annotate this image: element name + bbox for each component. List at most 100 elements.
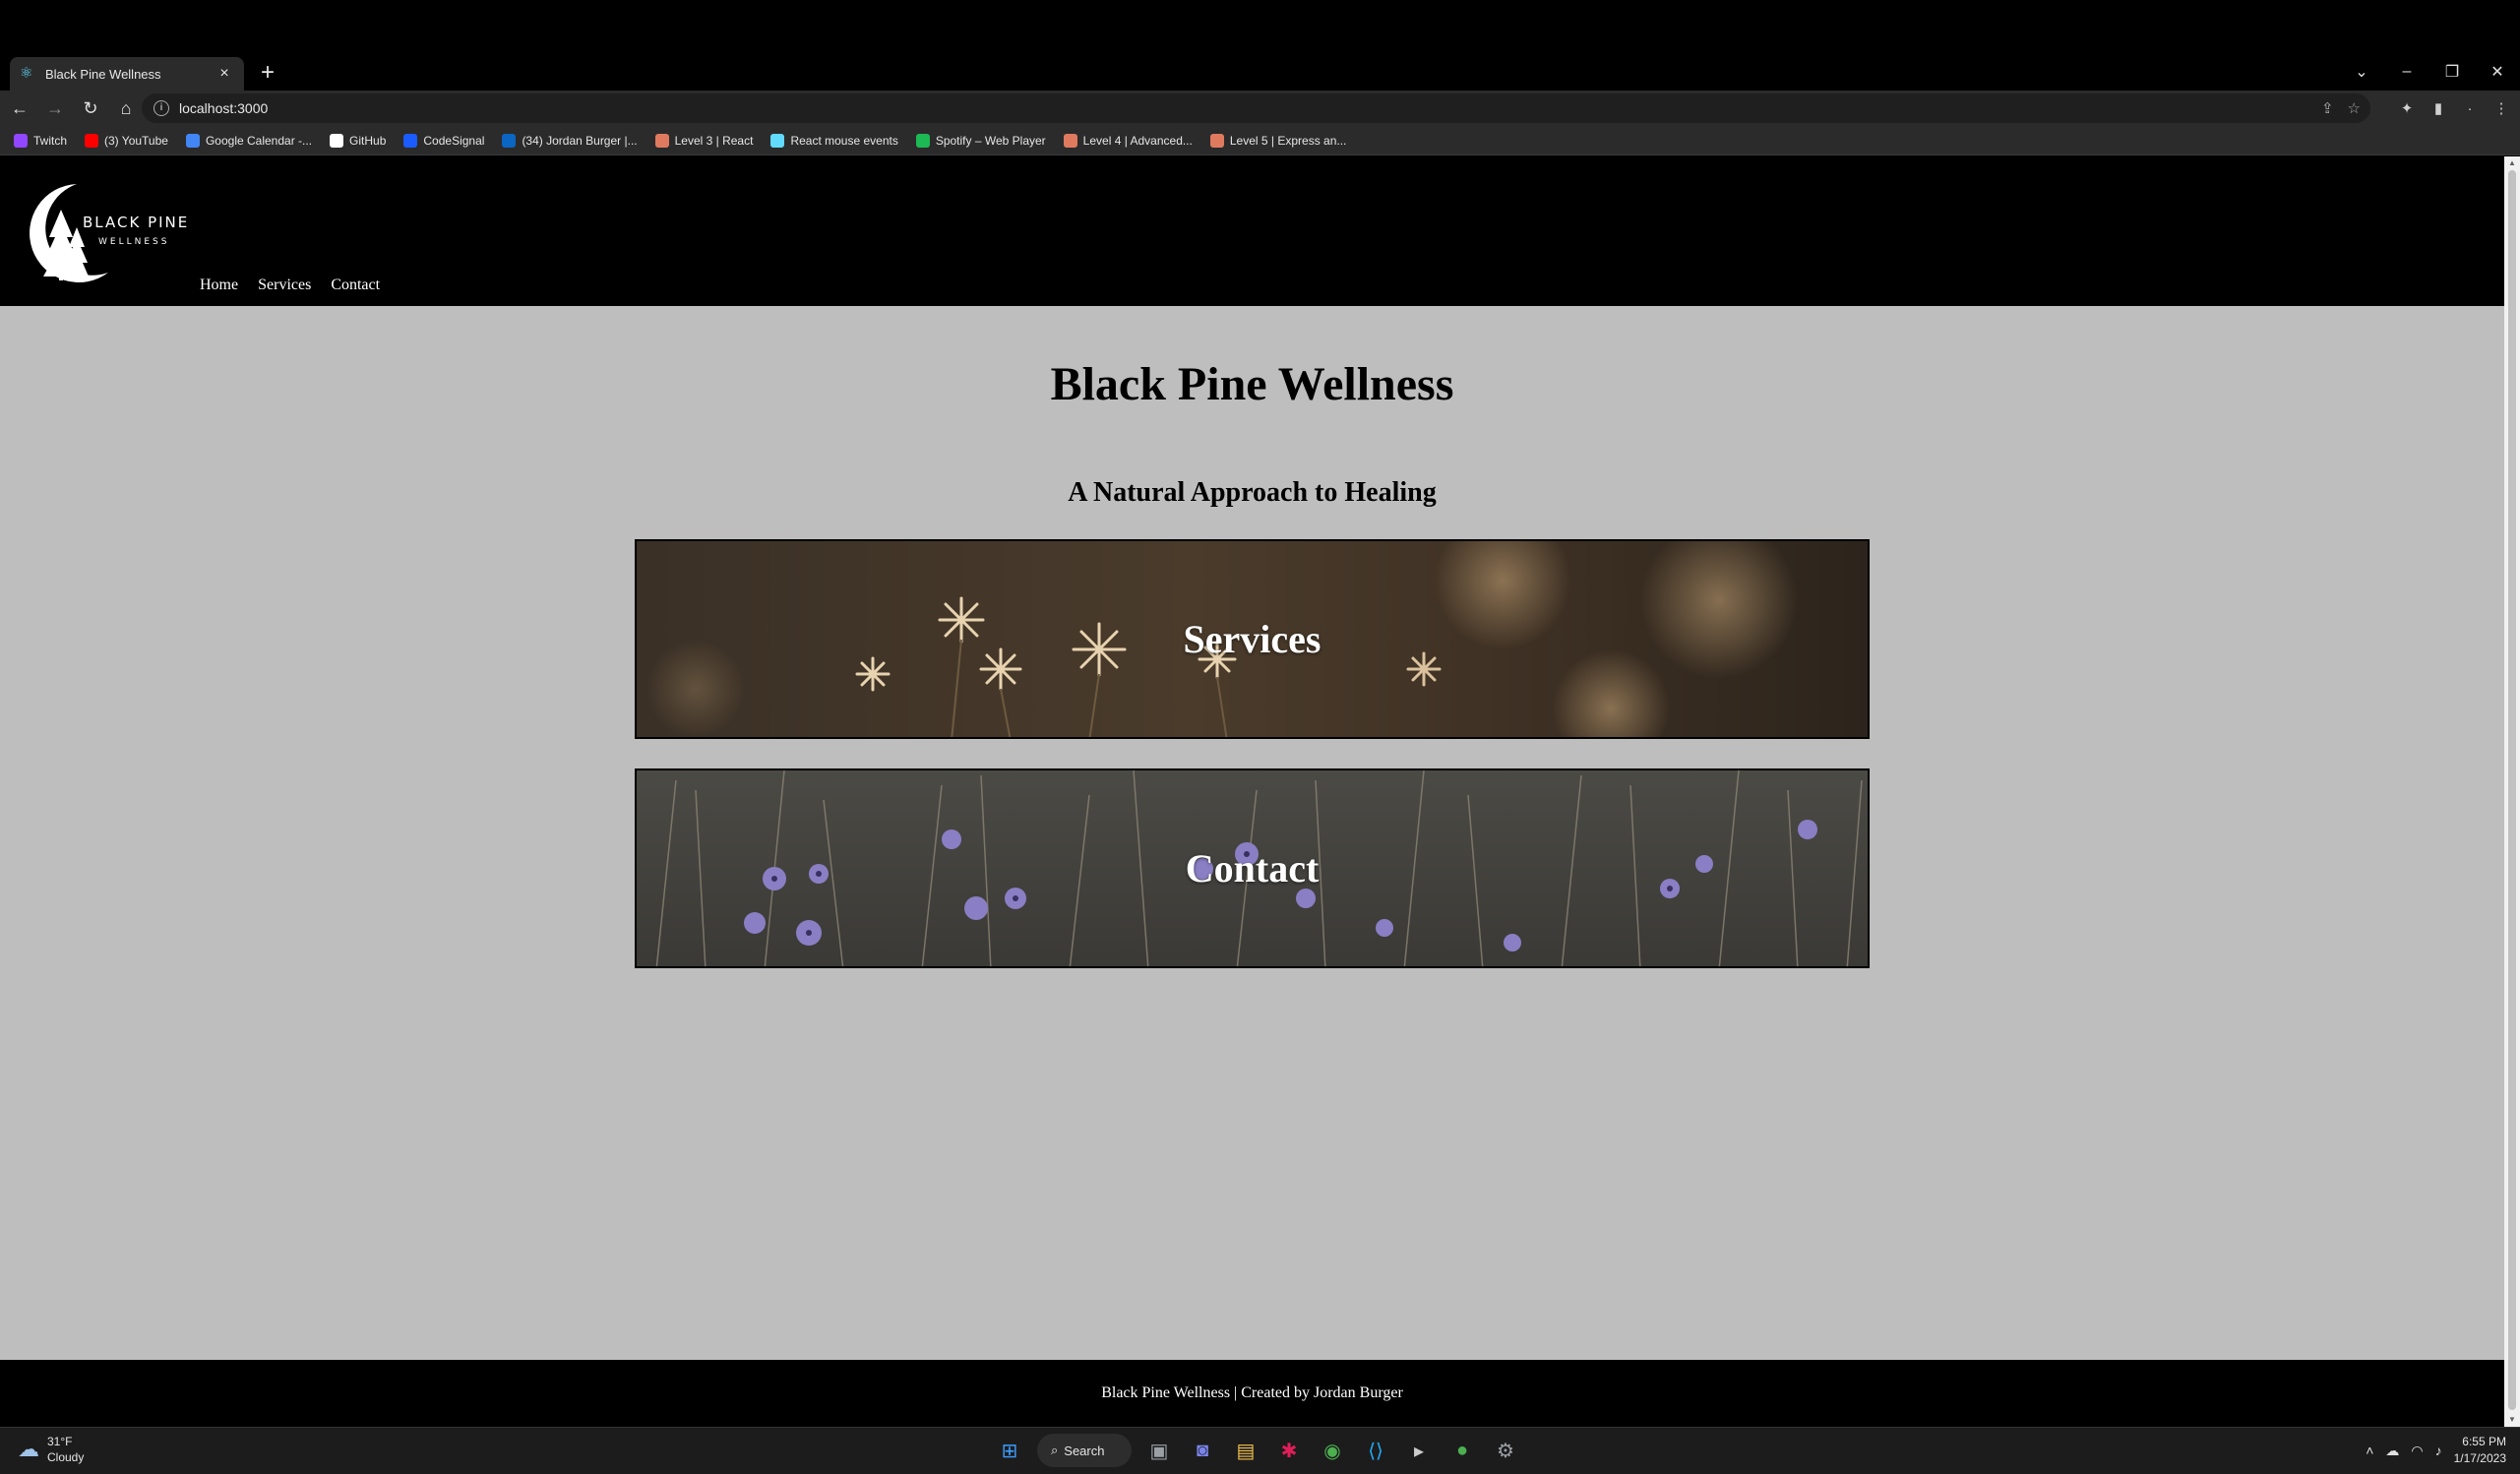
bookmark-item[interactable]: (34) Jordan Burger |... [502,133,638,148]
bookmark-label: Level 5 | Express an... [1229,133,1347,148]
vscode-icon[interactable]: ⟨⟩ [1360,1434,1391,1467]
system-tray: ˄ ☁ ◠ ♪ 6:55 PM 1/17/2023 [2366,1434,2506,1467]
forward-arrow-icon[interactable]: → [39,92,71,124]
wifi-icon[interactable]: ◠ [2411,1443,2423,1459]
minimize-button[interactable]: – [2384,55,2429,89]
bookmark-item[interactable]: React mouse events [770,133,898,148]
bookmark-label: Level 3 | React [674,133,754,148]
scroll-down-arrow-icon[interactable]: ▼ [2504,1413,2520,1427]
bookmark-item[interactable]: GitHub [330,133,387,148]
profile-icon[interactable]: · [2459,94,2481,122]
bookmark-item[interactable]: Google Calendar -... [185,133,313,148]
page-title: Black Pine Wellness [1050,358,1454,410]
system-clock[interactable]: 6:55 PM 1/17/2023 [2454,1434,2506,1467]
tab-close-icon[interactable]: × [215,65,234,83]
close-window-button[interactable]: ✕ [2475,55,2520,89]
share-icon[interactable]: ⇪ [2321,99,2334,117]
new-tab-button[interactable]: + [254,59,281,87]
extensions-icon[interactable]: ✦ [2396,94,2418,122]
home-icon[interactable]: ⌂ [110,92,142,124]
black-pine-logo[interactable]: BLACK PINE WELLNESS [20,180,197,282]
browser-menu-icon[interactable]: ⋮ [2490,94,2512,122]
bookmark-favicon-icon [654,133,669,148]
back-arrow-icon[interactable]: ← [4,92,35,124]
bookmark-label: Twitch [33,133,68,148]
mongodb-compass-icon[interactable]: ● [1446,1434,1478,1467]
scrollbar-thumb[interactable] [2508,170,2516,1410]
slack-icon[interactable]: ✱ [1273,1434,1305,1467]
browser-tab-active[interactable]: ⚛ Black Pine Wellness × [10,57,244,91]
onedrive-cloud-icon[interactable]: ☁ [2385,1443,2399,1459]
window-controls: ⌄ – ❐ ✕ [2339,55,2520,89]
contact-card[interactable]: Contact [635,768,1870,968]
bookmark-label: React mouse events [790,133,898,148]
bookmark-favicon-icon [1209,133,1224,148]
settings-gear-icon[interactable]: ⚙ [1490,1434,1521,1467]
bookmark-label: Level 4 | Advanced... [1082,133,1193,148]
page-viewport: BLACK PINE WELLNESS Home Services Contac… [0,156,2504,1427]
nav-services[interactable]: Services [258,276,311,294]
clock-date: 1/17/2023 [2453,1451,2506,1465]
url-text[interactable]: localhost:3000 [179,100,268,116]
reload-icon[interactable]: ↻ [75,92,106,124]
nav-contact[interactable]: Contact [331,276,380,294]
bookmark-favicon-icon [403,133,418,148]
bookmark-label: GitHub [349,133,387,148]
terminal-icon[interactable]: ▸ [1403,1434,1435,1467]
scroll-up-arrow-icon[interactable]: ▲ [2504,156,2520,170]
weather-temp: 31°F [47,1435,73,1448]
tray-chevron-up-icon[interactable]: ˄ [2366,1443,2373,1458]
bookmark-label: Google Calendar -... [205,133,313,148]
react-favicon-icon: ⚛ [20,65,33,82]
bookmark-favicon-icon [915,133,930,148]
windows-taskbar: ☁ 31°F Cloudy ⊞ ⌕ Search ▣ ◙ ▤ ✱ ◉ ⟨⟩ ▸ … [0,1427,2520,1474]
site-info-icon[interactable]: i [154,100,169,116]
bookmark-item[interactable]: Twitch [14,133,68,148]
task-view-icon[interactable]: ▣ [1143,1434,1175,1467]
bookmarks-bar: Twitch (3) YouTube Google Calendar -... Git… [0,126,2520,155]
clock-time: 6:55 PM [2462,1435,2506,1448]
bookmark-label: CodeSignal [423,133,485,148]
weather-widget[interactable]: ☁ 31°F Cloudy [18,1434,84,1465]
bookmark-favicon-icon [14,133,28,148]
services-card-label: Services [1183,617,1321,661]
bookmark-label: Spotify – Web Player [935,133,1046,148]
taskbar-search[interactable]: ⌕ Search [1037,1434,1132,1467]
bookmark-star-icon[interactable]: ☆ [2348,99,2361,117]
windows-start-icon[interactable]: ⊞ [994,1434,1025,1467]
page-scrollbar[interactable]: ▲ ▼ [2504,156,2520,1427]
site-header: BLACK PINE WELLNESS Home Services Contac… [0,156,2504,306]
restore-button[interactable]: ❐ [2429,55,2475,89]
address-bar[interactable]: i localhost:3000 ⇪ ☆ [142,93,2370,123]
nav-home[interactable]: Home [200,276,238,294]
bookmark-favicon-icon [185,133,200,148]
search-icon: ⌕ [1051,1443,1059,1457]
site-nav: Home Services Contact [200,276,380,294]
tab-title: Black Pine Wellness [45,66,161,82]
contact-card-label: Contact [1185,846,1320,891]
site-footer: Black Pine Wellness | Created by Jordan … [0,1360,2504,1427]
bookmark-favicon-icon [1063,133,1077,148]
logo-text-wellness: WELLNESS [98,237,170,247]
volume-icon[interactable]: ♪ [2435,1443,2442,1458]
side-panel-icon[interactable]: ▮ [2428,94,2449,122]
teams-chat-icon[interactable]: ◙ [1187,1434,1218,1467]
tab-search-icon[interactable]: ⌄ [2339,55,2384,89]
bookmark-item[interactable]: Level 5 | Express an... [1209,133,1347,148]
file-explorer-icon[interactable]: ▤ [1230,1434,1261,1467]
bookmark-favicon-icon [85,133,99,148]
weather-desc: Cloudy [47,1450,85,1464]
bookmark-favicon-icon [770,133,785,148]
crescent-pine-logo-icon [30,184,109,282]
bookmark-item[interactable]: (3) YouTube [85,133,168,148]
bookmark-item[interactable]: Level 4 | Advanced... [1063,133,1193,148]
chrome-icon[interactable]: ◉ [1317,1434,1348,1467]
bookmark-item[interactable]: Level 3 | React [654,133,754,148]
bookmark-favicon-icon [502,133,517,148]
logo-text-black-pine: BLACK PINE [83,214,190,231]
bookmark-item[interactable]: CodeSignal [403,133,485,148]
bookmark-item[interactable]: Spotify – Web Player [915,133,1046,148]
footer-text: Black Pine Wellness | Created by Jordan … [1101,1384,1403,1401]
services-card[interactable]: Services [635,539,1870,739]
browser-toolbar: ← → ↻ ⌂ i localhost:3000 ⇪ ☆ ✦ ▮ · ⋮ [0,91,2520,126]
